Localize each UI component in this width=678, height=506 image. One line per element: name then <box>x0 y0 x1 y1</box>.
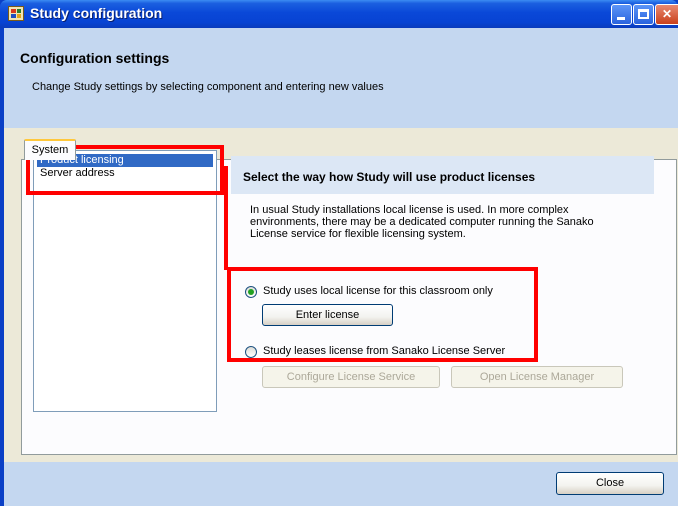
list-item-server-address[interactable]: Server address <box>37 167 213 180</box>
close-button[interactable]: Close <box>556 472 664 495</box>
close-icon: ✕ <box>661 7 673 21</box>
title-bar[interactable]: Study configuration ✕ <box>0 0 678 28</box>
window-title: Study configuration <box>30 5 163 21</box>
maximize-icon <box>638 9 649 19</box>
section-header: Select the way how Study will use produc… <box>231 156 654 194</box>
section-title: Select the way how Study will use produc… <box>243 170 536 184</box>
close-window-button[interactable]: ✕ <box>655 4 678 25</box>
license-server-label[interactable]: Study leases license from Sanako License… <box>263 345 505 357</box>
header-panel: Configuration settings Change Study sett… <box>4 28 678 128</box>
license-description: In usual Study installations local licen… <box>250 204 594 240</box>
tab-system[interactable]: System <box>24 139 76 160</box>
page-title: Configuration settings <box>20 50 170 66</box>
open-license-manager-button[interactable]: Open License Manager <box>451 366 623 388</box>
local-license-label[interactable]: Study uses local license for this classr… <box>263 285 493 297</box>
app-icon <box>8 6 24 21</box>
configure-license-service-button[interactable]: Configure License Service <box>262 366 440 388</box>
radio-selected-dot <box>248 289 254 295</box>
highlight-connector <box>224 166 228 270</box>
separator <box>4 128 678 138</box>
local-license-radio[interactable] <box>245 286 257 298</box>
minimize-button[interactable] <box>611 4 632 25</box>
component-list[interactable]: Product licensing Server address <box>33 150 217 412</box>
page-subtitle: Change Study settings by selecting compo… <box>32 81 384 93</box>
minimize-icon <box>617 17 625 20</box>
license-server-radio[interactable] <box>245 346 257 358</box>
enter-license-button[interactable]: Enter license <box>262 304 393 326</box>
study-configuration-window: Study configuration ✕ Configuration sett… <box>0 0 678 506</box>
maximize-button[interactable] <box>633 4 654 25</box>
